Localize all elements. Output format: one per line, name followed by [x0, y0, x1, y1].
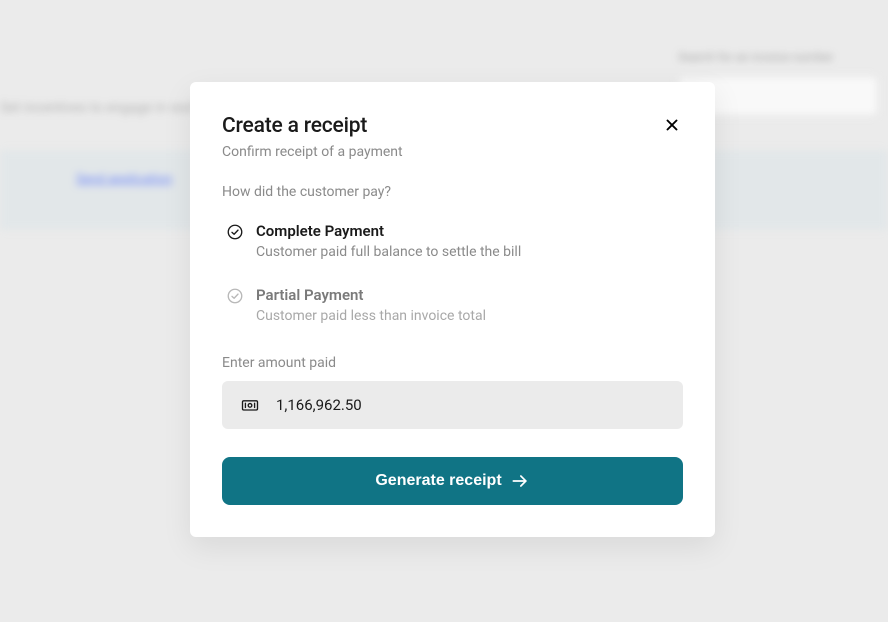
modal-title: Create a receipt	[222, 114, 367, 138]
option-texts: Partial Payment Customer paid less than …	[256, 286, 486, 324]
check-circle-icon	[226, 287, 244, 305]
create-receipt-modal: Create a receipt Confirm receipt of a pa…	[190, 82, 715, 537]
modal-header: Create a receipt	[222, 114, 683, 138]
option-desc: Customer paid less than invoice total	[256, 308, 486, 324]
amount-section: Enter amount paid	[222, 352, 683, 429]
option-desc: Customer paid full balance to settle the…	[256, 244, 521, 260]
option-texts: Complete Payment Customer paid full bala…	[256, 222, 521, 260]
payment-options: Complete Payment Customer paid full bala…	[222, 216, 683, 330]
option-partial-payment[interactable]: Partial Payment Customer paid less than …	[222, 280, 683, 330]
payment-question: How did the customer pay?	[222, 184, 683, 200]
close-icon	[663, 116, 681, 134]
amount-input-wrap[interactable]	[222, 381, 683, 429]
option-title: Complete Payment	[256, 222, 521, 240]
generate-receipt-button[interactable]: Generate receipt	[222, 457, 683, 505]
arrow-right-icon	[510, 471, 530, 491]
check-circle-icon	[226, 223, 244, 241]
option-complete-payment[interactable]: Complete Payment Customer paid full bala…	[222, 216, 683, 266]
amount-label: Enter amount paid	[222, 355, 336, 371]
amount-input[interactable]	[276, 396, 665, 414]
bg-text: Set incentives to engage in work	[0, 100, 200, 116]
money-icon	[240, 395, 260, 415]
close-button[interactable]	[661, 114, 683, 136]
bg-link: Send application	[76, 172, 172, 187]
bg-search-label: Search for an invoice number	[678, 50, 878, 64]
modal-subtitle: Confirm receipt of a payment	[222, 144, 683, 160]
generate-button-label: Generate receipt	[375, 472, 501, 490]
option-title: Partial Payment	[256, 286, 486, 304]
